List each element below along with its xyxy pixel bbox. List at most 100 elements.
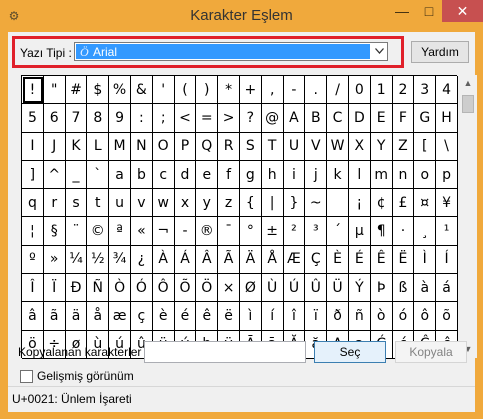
character-cell[interactable]: Û <box>305 274 328 303</box>
character-cell[interactable]: ð <box>327 302 349 331</box>
character-cell[interactable]: : <box>130 104 153 133</box>
character-cell[interactable]: § <box>43 217 66 246</box>
character-cell[interactable]: O <box>152 132 175 161</box>
character-cell[interactable]: Ï <box>43 274 66 303</box>
character-cell[interactable]: @ <box>261 104 284 133</box>
character-cell[interactable]: ´ <box>327 217 349 246</box>
character-cell[interactable]: A <box>283 104 306 133</box>
character-cell[interactable]: g <box>239 160 262 190</box>
character-cell[interactable]: Ø <box>239 274 262 303</box>
character-cell[interactable]: Ã <box>218 245 240 275</box>
character-cell[interactable]: 5 <box>22 104 44 133</box>
character-cell[interactable]: Ó <box>130 274 153 303</box>
character-cell[interactable]: ~ <box>305 189 328 218</box>
character-cell[interactable]: } <box>283 189 306 218</box>
character-cell[interactable]: ê <box>196 302 219 331</box>
character-cell[interactable]: r <box>43 189 66 218</box>
character-cell[interactable]: ` <box>87 160 110 190</box>
character-cell[interactable]: á <box>436 274 458 303</box>
character-cell[interactable]: ò <box>370 302 393 331</box>
character-cell[interactable]: c <box>152 160 175 190</box>
minimize-button[interactable]: — <box>388 0 416 22</box>
character-cell[interactable]: L <box>87 132 110 161</box>
character-cell[interactable]: q <box>22 189 44 218</box>
character-cell[interactable]: < <box>174 104 197 133</box>
character-cell[interactable]: È <box>327 245 349 275</box>
character-cell[interactable]: J <box>43 132 66 161</box>
character-cell[interactable]: T <box>261 132 284 161</box>
character-cell[interactable]: ½ <box>87 245 110 275</box>
character-cell[interactable]: ¥ <box>436 189 458 218</box>
select-button[interactable]: Seç <box>314 341 386 363</box>
character-cell[interactable]: Á <box>174 245 197 275</box>
character-cell[interactable]: µ <box>348 217 371 246</box>
copy-button[interactable]: Kopyala <box>395 341 467 363</box>
character-cell[interactable]: · <box>392 217 415 246</box>
character-cell[interactable]: % <box>109 76 131 105</box>
character-cell[interactable]: K <box>65 132 88 161</box>
character-cell[interactable]: ë <box>218 302 240 331</box>
character-cell[interactable]: É <box>348 245 371 275</box>
character-cell[interactable]: Í <box>436 245 458 275</box>
character-cell[interactable]: ç <box>130 302 153 331</box>
character-cell[interactable]: Î <box>22 274 44 303</box>
character-cell[interactable]: ¨ <box>65 217 88 246</box>
character-cell[interactable]: # <box>65 76 88 105</box>
character-cell[interactable]: E <box>370 104 393 133</box>
character-cell[interactable]: . <box>305 76 328 105</box>
character-cell[interactable]: å <box>87 302 110 331</box>
character-cell[interactable]: º <box>22 245 44 275</box>
character-cell[interactable]: j <box>305 160 328 190</box>
character-cell[interactable]: × <box>218 274 240 303</box>
character-cell[interactable]: ! <box>22 76 44 105</box>
character-cell[interactable]: ^ <box>43 160 66 190</box>
advanced-view-checkbox[interactable] <box>20 370 33 383</box>
character-cell[interactable]: ¿ <box>130 245 153 275</box>
character-cell[interactable]: Z <box>392 132 415 161</box>
character-cell[interactable]: > <box>218 104 240 133</box>
character-cell[interactable]: ? <box>239 104 262 133</box>
character-cell[interactable]: ¾ <box>109 245 131 275</box>
character-cell[interactable]: Ô <box>152 274 175 303</box>
character-cell[interactable]: \ <box>436 132 458 161</box>
character-cell[interactable]: N <box>130 132 153 161</box>
title-bar[interactable]: ⚙ Karakter Eşlem — □ ✕ <box>0 0 483 32</box>
character-cell[interactable]: Å <box>261 245 284 275</box>
character-cell[interactable]: U <box>283 132 306 161</box>
character-cell[interactable]: 8 <box>87 104 110 133</box>
character-cell[interactable]: S <box>239 132 262 161</box>
character-cell[interactable]: X <box>348 132 371 161</box>
character-cell[interactable]: I <box>22 132 44 161</box>
character-cell[interactable]: ® <box>196 217 219 246</box>
character-cell[interactable]: « <box>130 217 153 246</box>
character-cell[interactable]: m <box>370 160 393 190</box>
font-dropdown[interactable]: Ö Arial <box>74 42 388 61</box>
character-cell[interactable]: À <box>152 245 175 275</box>
character-cell[interactable]: d <box>174 160 197 190</box>
character-cell[interactable]: i <box>283 160 306 190</box>
character-cell[interactable]: ² <box>283 217 306 246</box>
character-cell[interactable]: à <box>414 274 437 303</box>
character-cell[interactable]: z <box>218 189 240 218</box>
character-cell[interactable]: Ð <box>65 274 88 303</box>
character-cell[interactable]: { <box>239 189 262 218</box>
character-cell[interactable]: î <box>283 302 306 331</box>
character-cell[interactable]: ª <box>109 217 131 246</box>
scroll-thumb[interactable] <box>462 95 474 113</box>
character-cell[interactable]: M <box>109 132 131 161</box>
character-cell[interactable]: 3 <box>414 76 437 105</box>
character-cell[interactable]: ï <box>305 302 328 331</box>
character-cell[interactable]: p <box>436 160 458 190</box>
character-cell[interactable]: o <box>414 160 437 190</box>
character-cell[interactable]: © <box>87 217 110 246</box>
character-cell[interactable]: W <box>327 132 349 161</box>
character-cell[interactable]: D <box>348 104 371 133</box>
character-cell[interactable]: w <box>152 189 175 218</box>
character-cell[interactable]: f <box>218 160 240 190</box>
vertical-scrollbar[interactable]: ▲ ▼ <box>459 75 477 358</box>
character-cell[interactable]: ; <box>152 104 175 133</box>
character-cell[interactable]: - <box>283 76 306 105</box>
character-cell[interactable]: V <box>305 132 328 161</box>
character-cell[interactable]: = <box>196 104 219 133</box>
character-cell[interactable]: e <box>196 160 219 190</box>
